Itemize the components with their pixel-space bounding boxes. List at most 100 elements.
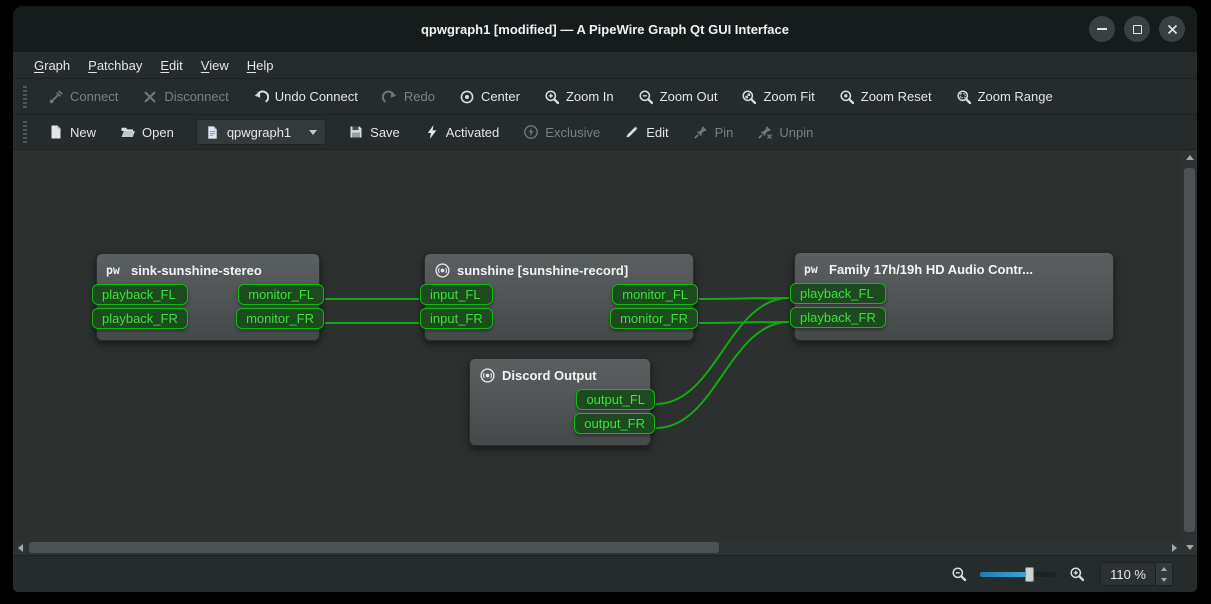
output-port-monitor_FL[interactable]: monitor_FL bbox=[238, 284, 324, 305]
menu-graph[interactable]: Graph bbox=[25, 55, 79, 76]
open-button[interactable]: Open bbox=[108, 119, 186, 145]
undo-icon bbox=[253, 89, 269, 105]
graph-toolbar: ConnectDisconnectUndo ConnectRedo Center Z… bbox=[13, 78, 1197, 114]
scroll-down-button[interactable] bbox=[1182, 540, 1197, 555]
disconnect-icon bbox=[142, 89, 158, 105]
status-bar: 110 % bbox=[13, 555, 1197, 592]
zoom-slider-handle[interactable] bbox=[1025, 567, 1034, 582]
graph-node-sink-sunshine-stereo[interactable]: pwsink-sunshine-stereoplayback_FLplaybac… bbox=[96, 253, 320, 341]
scroll-left-button[interactable] bbox=[13, 540, 28, 555]
pin-icon bbox=[693, 124, 709, 140]
graph-node-family-hd-audio[interactable]: pwFamily 17h/19h HD Audio Contr...playba… bbox=[794, 252, 1114, 341]
redo-icon bbox=[382, 89, 398, 105]
toolbar-button-label: Zoom Out bbox=[660, 89, 718, 104]
zoom-spinbox[interactable]: 110 % bbox=[1100, 562, 1173, 586]
toolbar-button-label: Edit bbox=[646, 125, 668, 140]
edit-button[interactable]: Edit bbox=[612, 119, 680, 145]
node-header: pwsink-sunshine-stereo bbox=[97, 254, 319, 280]
graph-node-sunshine[interactable]: sunshine [sunshine-record]input_FLinput_… bbox=[424, 253, 694, 341]
scroll-up-button[interactable] bbox=[1182, 150, 1197, 165]
exclusive-icon bbox=[523, 124, 539, 140]
toolbar-button-label: Open bbox=[142, 125, 174, 140]
output-port-monitor_FR[interactable]: monitor_FR bbox=[610, 308, 698, 329]
new-button[interactable]: New bbox=[36, 119, 108, 145]
save-button[interactable]: Save bbox=[336, 119, 412, 145]
menu-view[interactable]: View bbox=[192, 55, 238, 76]
output-port-output_FR[interactable]: output_FR bbox=[574, 413, 655, 434]
title-bar[interactable]: qpwgraph1 [modified] — A PipeWire Graph … bbox=[13, 6, 1197, 52]
vertical-scrollbar[interactable] bbox=[1182, 150, 1197, 555]
graph-node-discord-output[interactable]: Discord Outputoutput_FLoutput_FR bbox=[469, 358, 651, 446]
patch-cable[interactable] bbox=[699, 298, 789, 299]
redo-button[interactable]: Redo bbox=[370, 84, 447, 110]
connect-button[interactable]: Connect bbox=[36, 84, 130, 110]
open-icon bbox=[120, 124, 136, 140]
zoom-slider[interactable] bbox=[980, 572, 1056, 577]
output-port-monitor_FR[interactable]: monitor_FR bbox=[236, 308, 324, 329]
zoom-fit-button[interactable]: Zoom Fit bbox=[729, 84, 826, 110]
toolbar-button-label: Save bbox=[370, 125, 400, 140]
disconnect-button[interactable]: Disconnect bbox=[130, 84, 240, 110]
zoom-in-icon[interactable] bbox=[1069, 566, 1085, 582]
save-icon bbox=[348, 124, 364, 140]
output-port-monitor_FL[interactable]: monitor_FL bbox=[612, 284, 698, 305]
arrow-right-icon bbox=[1172, 544, 1177, 552]
svg-text:pw: pw bbox=[106, 263, 120, 277]
zoom-reset-button[interactable]: Zoom Reset bbox=[827, 84, 944, 110]
horizontal-scrollbar[interactable] bbox=[13, 540, 1182, 555]
toolbar-button-label: Zoom Fit bbox=[763, 89, 814, 104]
scroll-right-button[interactable] bbox=[1167, 540, 1182, 555]
maximize-button[interactable] bbox=[1124, 16, 1150, 42]
exclusive-button[interactable]: Exclusive bbox=[511, 119, 612, 145]
new-icon bbox=[48, 124, 64, 140]
toolbar-button-label: Zoom Reset bbox=[861, 89, 932, 104]
node-title: Family 17h/19h HD Audio Contr... bbox=[829, 262, 1033, 277]
arrow-down-icon bbox=[1186, 545, 1194, 550]
minimize-button[interactable] bbox=[1089, 16, 1115, 42]
zoom-reset-icon bbox=[839, 89, 855, 105]
zoom-range-icon bbox=[956, 89, 972, 105]
zoom-range-button[interactable]: Zoom Range bbox=[944, 84, 1065, 110]
horizontal-scroll-thumb[interactable] bbox=[29, 542, 719, 553]
output-port-output_FL[interactable]: output_FL bbox=[576, 389, 655, 410]
zoom-out-button[interactable]: Zoom Out bbox=[626, 84, 730, 110]
pin-button[interactable]: Pin bbox=[681, 119, 746, 145]
patchbay-profile-value: qpwgraph1 bbox=[227, 125, 291, 140]
node-ports: playback_FLplayback_FRmonitor_FLmonitor_… bbox=[97, 280, 319, 329]
undo-connect-button[interactable]: Undo Connect bbox=[241, 84, 370, 110]
toolbar-handle[interactable] bbox=[23, 121, 27, 143]
toolbar-button-label: Exclusive bbox=[545, 125, 600, 140]
toolbar-button-label: Center bbox=[481, 89, 520, 104]
node-ports: input_FLinput_FRmonitor_FLmonitor_FR bbox=[425, 280, 693, 329]
unpin-icon bbox=[757, 124, 773, 140]
activated-button[interactable]: Activated bbox=[412, 119, 511, 145]
patch-cable[interactable] bbox=[699, 322, 789, 323]
input-port-playback_FR[interactable]: playback_FR bbox=[790, 307, 886, 328]
zoom-out-icon[interactable] bbox=[951, 566, 967, 582]
zoom-spin-up-button[interactable] bbox=[1156, 563, 1172, 574]
graph-canvas[interactable]: pwsink-sunshine-stereoplayback_FLplaybac… bbox=[13, 150, 1182, 540]
input-port-input_FL[interactable]: input_FL bbox=[420, 284, 493, 305]
close-button[interactable] bbox=[1159, 16, 1185, 42]
vertical-scroll-thumb[interactable] bbox=[1184, 168, 1195, 532]
menu-bar: GraphPatchbayEditViewHelp bbox=[13, 52, 1197, 78]
menu-patchbay[interactable]: Patchbay bbox=[79, 55, 151, 76]
toolbar-handle[interactable] bbox=[23, 86, 27, 108]
zoom-spin-down-button[interactable] bbox=[1156, 574, 1172, 585]
close-icon bbox=[1167, 24, 1178, 35]
node-header: Discord Output bbox=[470, 359, 650, 385]
center-button[interactable]: Center bbox=[447, 84, 532, 110]
input-port-input_FR[interactable]: input_FR bbox=[420, 308, 493, 329]
zoom-in-button[interactable]: Zoom In bbox=[532, 84, 626, 110]
toolbar-button-label: Unpin bbox=[779, 125, 813, 140]
menu-edit[interactable]: Edit bbox=[151, 55, 191, 76]
menu-help[interactable]: Help bbox=[238, 55, 283, 76]
input-port-playback_FL[interactable]: playback_FL bbox=[92, 284, 188, 305]
input-port-playback_FL[interactable]: playback_FL bbox=[790, 283, 886, 304]
zoom-fit-icon bbox=[741, 89, 757, 105]
unpin-button[interactable]: Unpin bbox=[745, 119, 825, 145]
connect-icon bbox=[48, 89, 64, 105]
input-port-playback_FR[interactable]: playback_FR bbox=[92, 308, 188, 329]
node-ports: playback_FLplayback_FR bbox=[795, 279, 1113, 328]
patchbay-profile-select[interactable]: qpwgraph1 bbox=[196, 119, 326, 145]
